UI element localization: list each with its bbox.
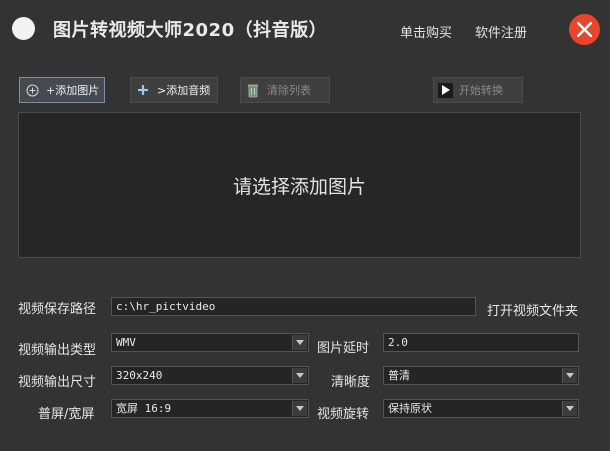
chevron-down-icon [562,401,577,416]
rotation-label: 视频旋转 [317,407,370,422]
chevron-down-icon [562,368,577,383]
app-logo-icon [12,17,35,40]
image-list-area[interactable]: 请选择添加图片 [18,112,581,258]
output-size-label: 视频输出尺寸 [18,375,97,390]
chevron-down-icon [292,368,307,383]
image-list-placeholder: 请选择添加图片 [232,175,366,198]
output-size-value: 320x240 [116,369,163,382]
output-size-select[interactable]: 320x240 [111,366,309,385]
clear-list-label: 清除列表 [267,84,311,97]
aspect-select[interactable]: 宽屏 16:9 [111,399,309,418]
rotation-value: 保持原状 [388,402,432,415]
add-image-button[interactable]: +添加图片 [19,77,105,103]
start-convert-button[interactable]: 开始转换 [433,77,523,103]
start-convert-label: 开始转换 [459,84,503,97]
plus-icon [135,82,151,98]
output-type-label: 视频输出类型 [18,343,97,358]
add-image-label: +添加图片 [46,84,100,97]
save-path-input[interactable]: c:\hr_pictvideo [111,297,476,316]
recycle-bin-icon [245,82,261,98]
aspect-value: 宽屏 16:9 [116,402,172,415]
add-audio-button[interactable]: >添加音频 [130,77,218,103]
output-type-value: WMV [116,336,136,349]
image-delay-input[interactable]: 2.0 [383,333,579,352]
output-type-select[interactable]: WMV [111,333,309,352]
clarity-value: 普清 [388,369,410,382]
buy-link[interactable]: 单击购买 [400,22,452,41]
app-title: 图片转视频大师2020（抖音版） [53,20,328,41]
register-link[interactable]: 软件注册 [475,22,527,41]
add-circle-icon [24,82,40,98]
close-button[interactable] [569,14,600,45]
clear-list-button[interactable]: 清除列表 [240,77,330,103]
chevron-down-icon [292,401,307,416]
clarity-label: 清晰度 [331,375,371,390]
image-delay-label: 图片延时 [317,341,370,356]
add-audio-label: >添加音频 [157,84,211,97]
close-icon [577,22,592,37]
play-icon [438,82,453,98]
rotation-select[interactable]: 保持原状 [383,399,579,418]
chevron-down-icon [292,335,307,350]
open-folder-link[interactable]: 打开视频文件夹 [487,300,578,319]
clarity-select[interactable]: 普清 [383,366,579,385]
save-path-label: 视频保存路径 [18,302,97,317]
aspect-label: 普屏/宽屏 [38,407,95,422]
